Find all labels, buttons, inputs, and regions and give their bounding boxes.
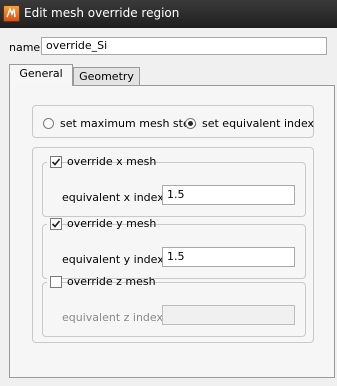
override-x-checkbox[interactable] — [50, 156, 62, 168]
override-z-label[interactable]: override z mesh — [67, 275, 156, 288]
equivalent-y-input[interactable]: 1.5 — [162, 247, 295, 267]
radio-max-mesh-step-label[interactable]: set maximum mesh step — [60, 117, 197, 130]
equivalent-x-label: equivalent x index — [62, 191, 164, 204]
radio-max-mesh-step[interactable] — [43, 118, 54, 129]
name-input[interactable]: override_Si — [41, 37, 327, 55]
name-label: name — [9, 41, 41, 54]
equivalent-y-label: equivalent y index — [62, 253, 164, 266]
equivalent-z-label: equivalent z index — [62, 311, 163, 324]
override-x-group: override x mesh equivalent x index 1.5 — [42, 155, 306, 217]
equivalent-x-input[interactable]: 1.5 — [162, 185, 295, 205]
title-bar[interactable]: Edit mesh override region — [0, 0, 337, 28]
override-y-checkbox[interactable] — [50, 218, 62, 230]
mesh-mode-group: set maximum mesh step set equivalent ind… — [32, 105, 314, 138]
tab-geometry[interactable]: Geometry — [73, 67, 140, 87]
override-x-legend: override x mesh — [47, 155, 156, 169]
override-y-label[interactable]: override y mesh — [67, 217, 156, 230]
radio-equivalent-index-label[interactable]: set equivalent index — [202, 117, 314, 130]
override-y-group: override y mesh equivalent y index 1.5 — [42, 217, 306, 279]
override-x-label[interactable]: override x mesh — [67, 155, 156, 168]
override-z-checkbox[interactable] — [50, 276, 62, 288]
override-z-group: override z mesh equivalent z index — [42, 275, 306, 337]
window-title: Edit mesh override region — [24, 6, 180, 20]
override-z-legend: override z mesh — [47, 275, 156, 289]
app-logo-icon — [3, 5, 20, 22]
checkmark-icon — [51, 158, 61, 166]
radio-equivalent-index[interactable] — [185, 118, 196, 129]
checkmark-icon — [51, 220, 61, 228]
tab-general[interactable]: General — [9, 64, 73, 86]
override-y-legend: override y mesh — [47, 217, 156, 231]
equivalent-z-input[interactable] — [162, 305, 295, 325]
mesh-override-panel: override x mesh equivalent x index 1.5 o… — [32, 147, 314, 343]
